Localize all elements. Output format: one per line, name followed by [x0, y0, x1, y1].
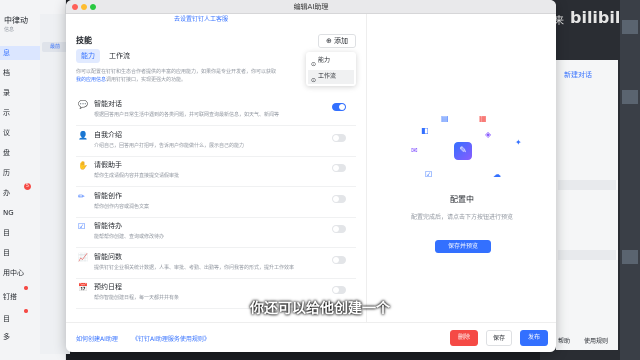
skill-row: ☑ 智能待办能帮帮你创建、查询或修改待办: [76, 219, 356, 248]
dialog-footer: 如何创建AI助理 《钉钉AI助理服务使用规则》 删除 保存 发布: [66, 322, 556, 352]
skills-description: 你可以配置在钉钉和生态合作者提供的丰富的应用能力，如果你是专业开发者，你可以获取…: [76, 68, 326, 84]
skill-description: 帮你生成请假内容并直接提交请假审批: [94, 173, 180, 179]
doc-icon: ▤: [441, 114, 449, 123]
check-icon: ☑: [425, 170, 433, 179]
notification-dot: [24, 286, 28, 290]
cut-link[interactable]: 去设置钉钉人工客服: [174, 14, 228, 23]
thumbnail: [622, 250, 638, 264]
skill-row: 📈 智能问数提供钉钉企业相关统计数据，人事、审批、考勤、出勤等，你问我答的形式，提…: [76, 250, 356, 279]
menu-label: 工作流: [318, 73, 337, 80]
service-rules-link[interactable]: 《钉钉AI助理服务使用规则》: [132, 334, 210, 343]
skill-toggle[interactable]: [332, 194, 346, 203]
skill-toggle[interactable]: [332, 255, 346, 264]
description-text-2: 调用钉钉接口，实现更强大的功能。: [106, 77, 187, 83]
skill-description: 能帮帮你创建、查询或修改待办: [94, 234, 165, 240]
placeholder-row: [558, 180, 616, 190]
mail-icon: ✉: [411, 146, 418, 155]
doc-icon: ▦: [479, 114, 487, 123]
skill-row: 💬 智能对话根据回答用户日常生活中遇到的各类问题，并可联网查询最新信息，如天气、新…: [76, 97, 356, 126]
skill-icon: ☑: [78, 222, 86, 231]
skill-icon: ✏: [78, 191, 85, 201]
skill-icon: ✋: [78, 161, 88, 170]
menu-item-ability[interactable]: ⊙ 能力: [308, 54, 354, 68]
save-and-preview-button[interactable]: 保存并预览: [435, 240, 491, 253]
cloud-icon: ☁: [493, 170, 501, 179]
how-to-create-link[interactable]: 如何创建AI助理: [76, 334, 118, 343]
skill-icon: 💬: [78, 100, 88, 109]
video-subtitle: 你还可以给他创建一个: [250, 301, 390, 317]
menu-item-workflow[interactable]: ⊙ 工作流: [308, 70, 354, 84]
delete-button[interactable]: 删除: [450, 330, 478, 346]
rules-link[interactable]: 使用规则: [584, 336, 608, 345]
plus-icon: ⊕: [325, 37, 335, 45]
window-title: 编辑AI助理: [293, 3, 329, 11]
ai-assistant-icon: ✎: [454, 142, 472, 160]
tab-ability[interactable]: 能力: [76, 49, 100, 63]
my-app-info-link[interactable]: 我的应用信息: [76, 77, 106, 83]
window-titlebar: 编辑AI助理: [66, 0, 556, 14]
new-chat-label[interactable]: 新建对话: [564, 70, 592, 80]
skill-row: ✋ 请假助手帮你生成请假内容并直接提交请假审批: [76, 158, 356, 187]
skill-name: 智能问数: [94, 252, 122, 261]
placeholder-row: [558, 250, 616, 260]
list-chip[interactable]: 最前: [42, 42, 68, 52]
add-dropdown-menu: ⊙ 能力 ⊙ 工作流: [306, 52, 356, 86]
thumbnail: [622, 90, 638, 104]
skill-toggle[interactable]: [332, 225, 346, 233]
workflow-icon: ⊙: [311, 77, 317, 84]
skill-description: 帮你创作内容或润色文案: [94, 203, 150, 210]
add-label: 添加: [334, 37, 349, 45]
config-status-title: 配置中: [450, 195, 474, 204]
add-button[interactable]: ⊕ 添加: [318, 34, 356, 48]
skill-description: 根据回答用户日常生活中遇到的各类问题，并可联网查询最新信息，如天气、新闻等: [94, 112, 280, 118]
skill-name: 请假助手: [94, 161, 122, 169]
skill-icon: 📅: [78, 283, 88, 292]
help-link[interactable]: 帮助: [558, 336, 570, 345]
skill-name: 自我介绍: [94, 130, 122, 139]
skill-toggle[interactable]: [332, 286, 346, 294]
skill-name: 智能待办: [94, 222, 122, 230]
chart-icon: ◧: [421, 126, 429, 135]
skill-icon: 📈: [78, 252, 88, 262]
skill-description: 提供钉钉企业相关统计数据，人事、审批、考勤、出勤等，你问我答的形式，提升工作效率: [94, 264, 295, 271]
save-button[interactable]: 保存: [486, 330, 512, 346]
bilibili-logo: bilibili: [570, 8, 626, 27]
skills-section-title: 技能: [76, 36, 92, 45]
ai-icon: ◈: [485, 130, 492, 139]
skill-name: 预约日程: [94, 283, 122, 291]
config-description: 配置完成后，请点击下方按钮进行预览: [410, 214, 513, 221]
skill-toggle[interactable]: [332, 133, 346, 142]
skill-icon: 👤: [78, 130, 88, 140]
skill-name: 智能创作: [94, 191, 122, 200]
publish-button[interactable]: 发布: [520, 330, 548, 346]
app-title: 中律动: [4, 16, 28, 25]
thumbnail: [622, 20, 638, 34]
tab-workflow[interactable]: 工作流: [104, 49, 135, 63]
settings-icon: ✦: [515, 138, 522, 147]
skill-toggle[interactable]: [332, 164, 346, 172]
skill-row: ✏ 智能创作帮你创作内容或润色文案: [76, 189, 356, 218]
skill-name: 智能对话: [94, 100, 122, 108]
app-subtitle: 信息: [4, 27, 15, 33]
description-text: 你可以配置在钉钉和生态合作者提供的丰富的应用能力，如果你是专业开发者，你可以获取: [76, 69, 277, 75]
preview-panel: ▤ ▦ ◧ ◈ ✉ ✦ ☑ ☁ ✎ 配置中 配置完成后，请点击下方按钮进行预览 …: [366, 14, 556, 322]
unread-badge: 5: [24, 183, 31, 190]
skill-row: 👤 自我介绍介绍自己，回答用户打招呼，告诉用户你能做什么，展示自己的能力: [76, 128, 356, 157]
skill-description: 介绍自己，回答用户打招呼，告诉用户你能做什么，展示自己的能力: [94, 142, 245, 149]
skill-toggle[interactable]: [332, 103, 346, 111]
menu-label: 能力: [318, 57, 331, 64]
